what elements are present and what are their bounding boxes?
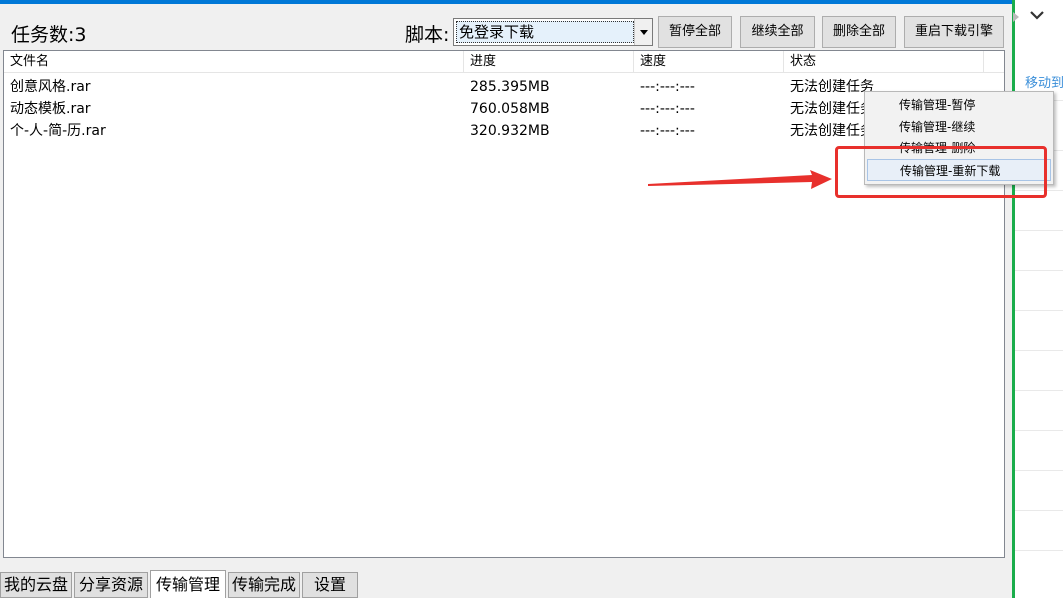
pause-all-button[interactable]: 暂停全部 (658, 16, 732, 48)
script-select[interactable]: 免登录下载 (453, 18, 653, 46)
tab-my-cloud[interactable]: 我的云盘 (0, 572, 72, 598)
row-filename: 动态模板.rar (10, 101, 91, 117)
resume-all-button[interactable]: 继续全部 (740, 16, 815, 48)
list-header: 文件名 进度 速度 状态 (4, 51, 1004, 73)
script-select-value: 免登录下载 (456, 21, 634, 43)
annotation-arrow-icon (648, 170, 832, 189)
row-filename: 个-人-简-历.rar (10, 123, 106, 139)
script-label: 脚本: (405, 24, 450, 46)
delete-all-button[interactable]: 删除全部 (822, 16, 896, 48)
table-row[interactable]: 动态模板.rar 760.058MB ---:---:--- 无法创建任务 (4, 98, 1004, 120)
tab-settings[interactable]: 设置 (302, 572, 358, 598)
menu-item-resume[interactable]: 传输管理-继续 (867, 116, 1051, 138)
row-speed: ---:---:--- (640, 79, 695, 95)
triangle-down-icon[interactable] (634, 19, 652, 45)
move-to-link[interactable]: 移动到 (1025, 72, 1063, 91)
menu-item-pause[interactable]: 传输管理-暂停 (867, 94, 1051, 116)
column-header-speed[interactable]: 速度 (634, 51, 784, 73)
column-header-status[interactable]: 状态 (784, 51, 984, 73)
row-speed: ---:---:--- (640, 123, 695, 139)
task-count: 任务数:3 (11, 24, 87, 46)
row-speed: ---:---:--- (640, 101, 695, 117)
bottom-tab-bar: 我的云盘 分享资源 传输管理 传输完成 设置 (0, 570, 1012, 598)
caret-right-icon (1013, 12, 1019, 22)
transfer-manager-window: 任务数:3 脚本: 免登录下载 暂停全部 继续全部 删除全部 重启下载引擎 文件… (0, 0, 1012, 598)
chevron-down-icon[interactable] (1028, 8, 1046, 22)
tab-transfer-complete[interactable]: 传输完成 (228, 572, 300, 598)
tab-transfer-manager[interactable]: 传输管理 (150, 570, 226, 598)
row-progress: 285.395MB (470, 79, 550, 95)
tab-shared-resources[interactable]: 分享资源 (74, 572, 148, 598)
row-progress: 760.058MB (470, 101, 550, 117)
annotation-highlight-box (835, 146, 1047, 198)
row-filename: 创意风格.rar (10, 79, 91, 95)
toolbar: 任务数:3 脚本: 免登录下载 暂停全部 继续全部 删除全部 重启下载引擎 (0, 8, 1012, 52)
table-row[interactable]: 个-人-简-历.rar 320.932MB ---:---:--- 无法创建任务 (4, 120, 1004, 142)
column-header-filename[interactable]: 文件名 (4, 51, 464, 73)
restart-engine-button[interactable]: 重启下载引擎 (904, 16, 1004, 48)
row-progress: 320.932MB (470, 123, 550, 139)
column-header-progress[interactable]: 进度 (464, 51, 634, 73)
transfer-list[interactable]: 文件名 进度 速度 状态 创意风格.rar 285.395MB ---:---:… (3, 50, 1005, 558)
table-row[interactable]: 创意风格.rar 285.395MB ---:---:--- 无法创建任务 (4, 76, 1004, 98)
